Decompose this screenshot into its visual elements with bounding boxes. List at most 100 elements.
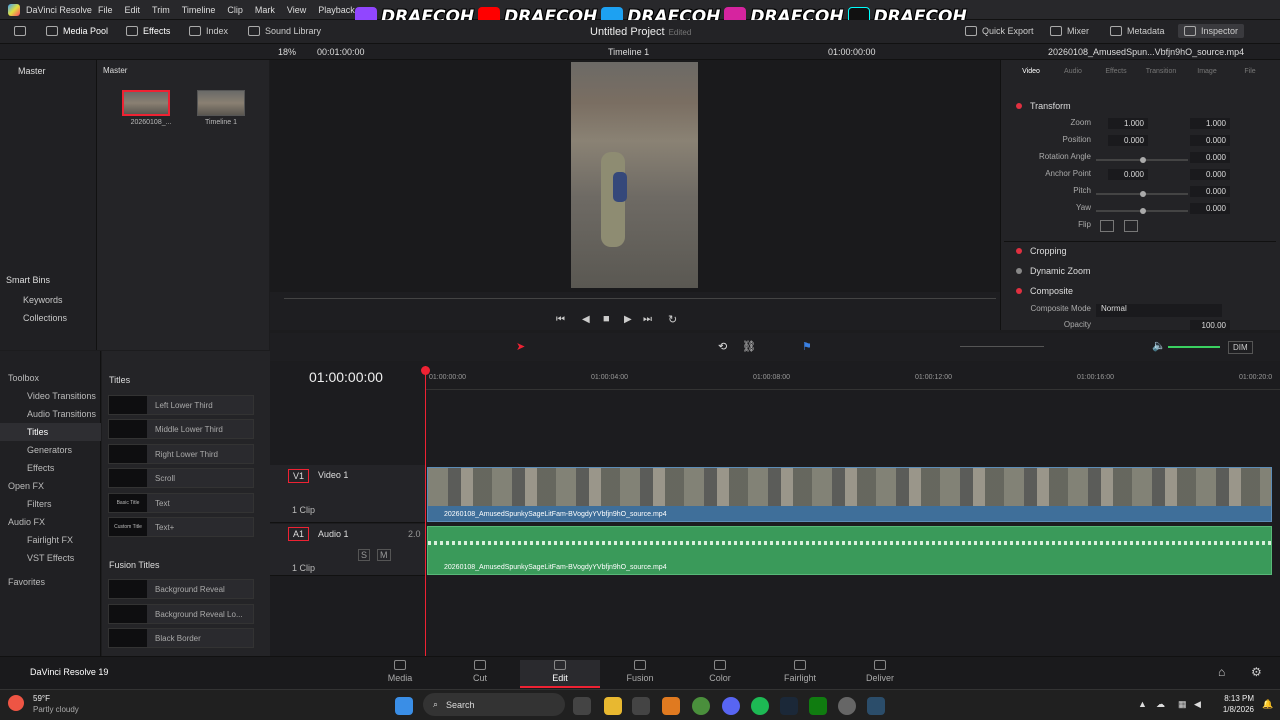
quick-export-button[interactable]: Quick Export xyxy=(965,26,1034,36)
menu-view[interactable]: View xyxy=(287,5,306,15)
page-fairlight[interactable]: Fairlight xyxy=(760,660,840,683)
page-fusion[interactable]: Fusion xyxy=(600,660,680,683)
toolbox-item[interactable]: Toolbox xyxy=(0,369,101,387)
flip-horizontal-icon[interactable] xyxy=(1100,220,1114,232)
audio-clip[interactable]: 20260108_AmusedSpunkySageLitFam-BVogdyYV… xyxy=(427,526,1273,575)
toolbox-item[interactable]: Effects xyxy=(0,459,101,477)
effects-button[interactable]: Effects xyxy=(126,26,170,36)
fusion-title-tile[interactable]: Black Border xyxy=(108,628,254,648)
master-volume-slider[interactable] xyxy=(1168,346,1220,348)
weather-temp[interactable]: 59°F xyxy=(33,694,50,703)
toolbox-item[interactable]: Filters xyxy=(0,495,101,513)
zoom-x[interactable]: 1.000 xyxy=(1108,118,1148,129)
flag-icon[interactable]: ⚑ xyxy=(802,340,812,353)
title-tile[interactable]: Left Lower Third xyxy=(108,395,254,415)
page-media[interactable]: Media xyxy=(360,660,440,683)
spotify-icon[interactable] xyxy=(751,697,769,715)
tab-audio[interactable]: Audio xyxy=(1053,68,1093,75)
menu-mark[interactable]: Mark xyxy=(255,5,275,15)
track-id[interactable]: A1 xyxy=(288,527,310,541)
jump-end-icon[interactable]: ⏭ xyxy=(643,314,652,325)
media-pool-button[interactable]: Media Pool xyxy=(46,26,108,36)
workspace-icon[interactable] xyxy=(14,26,26,36)
settings-gear-icon[interactable]: ⚙ xyxy=(1251,665,1262,679)
dim-button[interactable]: DIM xyxy=(1228,341,1253,354)
page-cut[interactable]: Cut xyxy=(440,660,520,683)
selection-tool-icon[interactable]: ➤ xyxy=(516,340,525,353)
smart-bin-collections[interactable]: Collections xyxy=(23,313,67,323)
scrub-bar[interactable] xyxy=(284,298,996,299)
index-button[interactable]: Index xyxy=(189,26,228,36)
zoom-y[interactable]: 1.000 xyxy=(1190,118,1230,129)
pitch-slider[interactable] xyxy=(1096,191,1188,197)
rotation-value[interactable]: 0.000 xyxy=(1190,152,1230,163)
cloud-icon[interactable]: ☁ xyxy=(1156,699,1165,710)
toolbox-item[interactable]: Generators xyxy=(0,441,101,459)
mute-button[interactable]: M xyxy=(377,549,391,561)
tab-transition[interactable]: Transition xyxy=(1141,68,1181,75)
title-tile[interactable]: Basic Title Text xyxy=(108,493,254,513)
flip-vertical-icon[interactable] xyxy=(1124,220,1138,232)
xbox-icon[interactable] xyxy=(809,697,827,715)
toolbox-item-titles[interactable]: Titles xyxy=(0,423,101,441)
app-icon[interactable] xyxy=(662,697,680,715)
app-icon[interactable] xyxy=(632,697,650,715)
weather-desc[interactable]: Partly cloudy xyxy=(33,705,79,714)
app-icon[interactable] xyxy=(838,697,856,715)
tab-file[interactable]: File xyxy=(1230,68,1270,75)
rotation-slider[interactable] xyxy=(1096,157,1188,163)
toolbox-item[interactable]: Audio FX xyxy=(0,513,101,531)
loop-icon[interactable]: ↻ xyxy=(668,313,677,326)
title-tile[interactable]: Right Lower Third xyxy=(108,444,254,464)
chrome-icon[interactable] xyxy=(692,697,710,715)
pitch-value[interactable]: 0.000 xyxy=(1190,186,1230,197)
metadata-button[interactable]: Metadata xyxy=(1110,26,1165,36)
windows-start-icon[interactable] xyxy=(395,697,413,715)
track-id[interactable]: V1 xyxy=(288,469,310,483)
opacity-value[interactable]: 100.00 xyxy=(1190,320,1230,330)
playhead[interactable] xyxy=(421,366,430,656)
anchor-y[interactable]: 0.000 xyxy=(1190,169,1230,180)
media-clip[interactable]: 20260108_... xyxy=(122,90,180,126)
composite-mode-select[interactable]: Normal xyxy=(1096,304,1222,317)
zoom-slider[interactable] xyxy=(960,346,1044,347)
toolbox-item[interactable]: Audio Transitions xyxy=(0,405,101,423)
smart-bin-keywords[interactable]: Keywords xyxy=(23,295,63,305)
reverse-icon[interactable]: ◀ xyxy=(582,314,590,325)
sound-library-button[interactable]: Sound Library xyxy=(248,26,321,36)
timeline-name[interactable]: Timeline 1 xyxy=(608,47,649,57)
snapping-icon[interactable]: ⟲ xyxy=(718,340,727,353)
jump-start-icon[interactable]: ⏮ xyxy=(556,314,565,325)
steam-icon[interactable] xyxy=(780,697,798,715)
viewer-zoom[interactable]: 18% xyxy=(278,47,296,57)
media-timeline[interactable]: Timeline 1 xyxy=(197,90,245,126)
notification-icon[interactable]: 🔔 xyxy=(1262,699,1273,710)
play-icon[interactable]: ▶ xyxy=(624,314,632,325)
toolbox-item[interactable]: VST Effects xyxy=(0,549,101,567)
page-color[interactable]: Color xyxy=(680,660,760,683)
toolbox-item-favorites[interactable]: Favorites xyxy=(0,573,101,591)
timeline-ruler[interactable]: 01:00:00:00 01:00:04:00 01:00:08:00 01:0… xyxy=(425,364,1280,390)
tab-effects[interactable]: Effects xyxy=(1096,68,1136,75)
menu-file[interactable]: File xyxy=(98,5,113,15)
discord-icon[interactable] xyxy=(722,697,740,715)
tab-video[interactable]: Video xyxy=(1011,68,1051,75)
davinci-resolve-icon[interactable] xyxy=(867,697,885,715)
title-tile[interactable]: Scroll xyxy=(108,468,254,488)
fusion-title-tile[interactable]: Background Reveal Lo... xyxy=(108,604,254,624)
page-edit[interactable]: Edit xyxy=(520,660,600,688)
menu-trim[interactable]: Trim xyxy=(152,5,170,15)
tray-chevron-icon[interactable]: ▲ xyxy=(1138,699,1147,709)
link-icon[interactable]: ⛓ xyxy=(742,340,756,353)
task-view-icon[interactable] xyxy=(573,697,591,715)
inspector-button[interactable]: Inspector xyxy=(1178,24,1245,38)
network-icon[interactable]: ▦ xyxy=(1178,699,1187,710)
volume-icon[interactable]: 🔈 xyxy=(1152,339,1166,352)
yaw-slider[interactable] xyxy=(1096,208,1188,214)
menu-timeline[interactable]: Timeline xyxy=(182,5,216,15)
stop-icon[interactable]: ■ xyxy=(603,313,610,325)
title-tile[interactable]: Custom Title Text+ xyxy=(108,517,254,537)
menu-clip[interactable]: Clip xyxy=(227,5,243,15)
menu-edit[interactable]: Edit xyxy=(125,5,141,15)
toolbox-item[interactable]: Fairlight FX xyxy=(0,531,101,549)
